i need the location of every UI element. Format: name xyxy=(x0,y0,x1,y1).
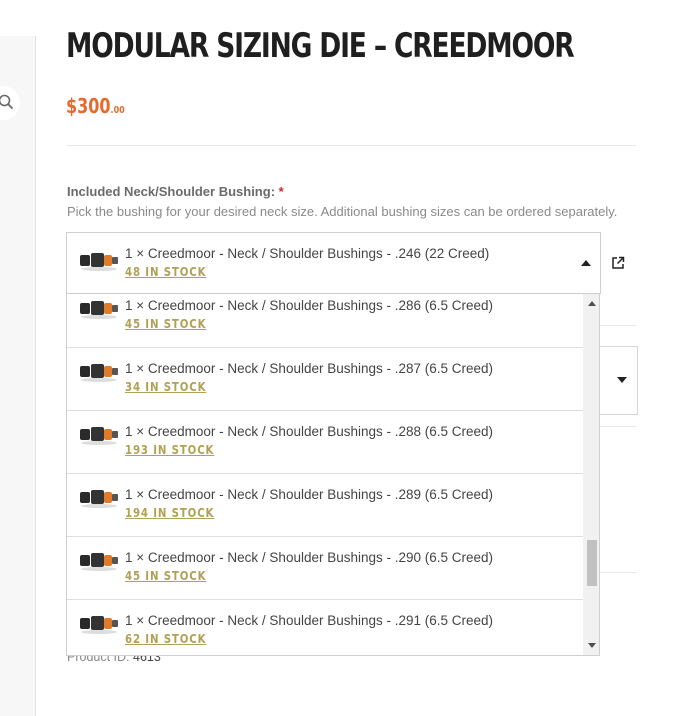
option-stock: 193 IN STOCK xyxy=(125,443,215,457)
option-text: 1 × Creedmoor - Neck / Shoulder Bushings… xyxy=(125,361,494,376)
bushing-thumbnail-icon xyxy=(80,301,118,319)
bushing-label-text: Included Neck/Shoulder Bushing: xyxy=(67,184,276,199)
product-title: MODULAR SIZING DIE – CREEDMOOR xyxy=(66,26,575,66)
scroll-down-arrow-icon[interactable] xyxy=(588,643,596,648)
selected-option-text: 1 × Creedmoor - Neck / Shoulder Bushings… xyxy=(125,246,490,261)
dropdown-option[interactable]: 1 × Creedmoor - Neck / Shoulder Bushings… xyxy=(67,348,583,411)
divider xyxy=(66,145,636,146)
bushing-field-label: Included Neck/Shoulder Bushing: * xyxy=(67,184,284,199)
bushing-select[interactable]: 1 × Creedmoor - Neck / Shoulder Bushings… xyxy=(66,232,601,294)
bushing-thumbnail-icon xyxy=(80,490,118,508)
search-icon xyxy=(0,94,14,110)
dropdown-option[interactable]: 1 × Creedmoor - Neck / Shoulder Bushings… xyxy=(67,411,583,474)
left-sidebar xyxy=(0,36,36,716)
option-text: 1 × Creedmoor - Neck / Shoulder Bushings… xyxy=(125,550,494,565)
scroll-up-arrow-icon[interactable] xyxy=(588,301,596,306)
required-mark: * xyxy=(278,184,284,199)
option-text: 1 × Creedmoor - Neck / Shoulder Bushings… xyxy=(125,613,494,628)
bushing-thumbnail-icon xyxy=(80,253,118,271)
product-price: $300.00 xyxy=(66,94,125,118)
dropdown-option[interactable]: 1 × Creedmoor - Neck / Shoulder Bushings… xyxy=(67,537,583,600)
selected-option-stock: 48 IN STOCK xyxy=(125,265,207,279)
dropdown-option[interactable]: 1 × Creedmoor - Neck / Shoulder Bushings… xyxy=(67,294,583,348)
caret-down-icon[interactable] xyxy=(617,377,627,383)
bushing-dropdown-list[interactable]: 1 × Creedmoor - Neck / Shoulder Bushings… xyxy=(66,294,600,656)
bushing-thumbnail-icon xyxy=(80,427,118,445)
option-text: 1 × Creedmoor - Neck / Shoulder Bushings… xyxy=(125,487,494,502)
dropdown-option[interactable]: 1 × Creedmoor - Neck / Shoulder Bushings… xyxy=(67,474,583,537)
price-main: $300 xyxy=(66,94,111,118)
option-text: 1 × Creedmoor - Neck / Shoulder Bushings… xyxy=(125,298,494,313)
dropdown-option[interactable]: 1 × Creedmoor - Neck / Shoulder Bushings… xyxy=(67,600,583,655)
option-stock: 194 IN STOCK xyxy=(125,506,215,520)
bushing-thumbnail-icon xyxy=(80,616,118,634)
option-stock: 45 IN STOCK xyxy=(125,569,207,583)
option-stock: 34 IN STOCK xyxy=(125,380,207,394)
scrollbar-thumb[interactable] xyxy=(587,540,597,586)
option-stock: 45 IN STOCK xyxy=(125,317,207,331)
price-cents: .00 xyxy=(110,105,125,116)
option-stock: 62 IN STOCK xyxy=(125,632,207,646)
search-button[interactable] xyxy=(0,86,20,120)
external-link-icon[interactable] xyxy=(611,256,625,270)
bushing-field-description: Pick the bushing for your desired neck s… xyxy=(67,204,618,219)
bushing-thumbnail-icon xyxy=(80,553,118,571)
bushing-thumbnail-icon xyxy=(80,364,118,382)
option-text: 1 × Creedmoor - Neck / Shoulder Bushings… xyxy=(125,424,494,439)
caret-up-icon[interactable] xyxy=(581,260,591,266)
dropdown-scrollbar[interactable] xyxy=(583,294,599,655)
